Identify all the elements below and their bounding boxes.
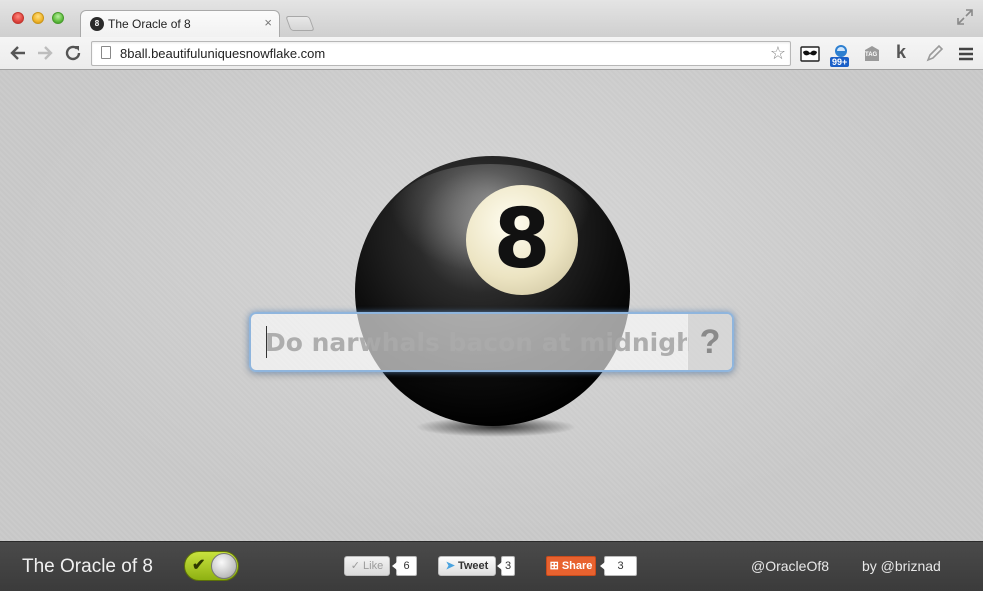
back-button[interactable] — [8, 43, 28, 63]
question-form: ? — [249, 312, 734, 372]
footer-bar: The Oracle of 8 ✔ ✓ Like 6 ➤ Tweet 3 ⊞ S… — [0, 541, 983, 591]
url-text[interactable]: 8ball.beautifuluniquesnowflake.com — [120, 46, 325, 61]
forward-button[interactable] — [35, 43, 55, 63]
address-bar[interactable]: 8ball.beautifuluniquesnowflake.com ☆ — [91, 41, 791, 66]
new-tab-button[interactable] — [285, 16, 315, 31]
like-label: Like — [363, 560, 384, 572]
k-extension-icon[interactable]: k — [896, 42, 916, 62]
window-close-button[interactable] — [12, 12, 24, 24]
tab-title: The Oracle of 8 — [108, 17, 191, 31]
page-icon — [101, 46, 111, 59]
menu-icon[interactable] — [956, 44, 976, 64]
ask-button[interactable]: ? — [687, 314, 732, 370]
fullscreen-icon[interactable] — [957, 9, 973, 25]
site-name: The Oracle of 8 — [22, 556, 153, 577]
window-zoom-button[interactable] — [52, 12, 64, 24]
sound-toggle[interactable]: ✔ — [184, 551, 239, 581]
tweet-count: 3 — [497, 556, 515, 576]
share-label: Share — [561, 560, 593, 572]
tweet-label: Tweet — [457, 560, 489, 572]
checkmark-icon: ✔ — [192, 557, 206, 574]
window-minimize-button[interactable] — [32, 12, 44, 24]
like-button[interactable]: ✓ Like — [344, 556, 390, 576]
tag-extension-label: TAG — [865, 52, 878, 58]
thumbs-check-icon: ✓ — [350, 560, 360, 572]
tab-close-icon[interactable]: × — [264, 15, 272, 30]
globe-icon — [835, 45, 847, 57]
page-content: 8 ? — [0, 70, 983, 541]
tag-extension[interactable]: TAG — [862, 44, 882, 64]
reload-icon — [65, 45, 81, 61]
plus-icon: ⊞ — [549, 560, 559, 572]
share-count: 3 — [600, 556, 637, 576]
eight-ball-favicon-icon: 8 — [90, 17, 104, 31]
twitter-handle-link[interactable]: @OracleOf8 — [751, 558, 829, 574]
browser-toolbar: 8ball.beautifuluniquesnowflake.com ☆ 99+… — [0, 37, 983, 70]
notification-badge: 99+ — [830, 57, 850, 67]
browser-tab[interactable]: 8 The Oracle of 8 × — [80, 10, 280, 37]
bookmark-star-icon[interactable]: ☆ — [770, 43, 786, 63]
pencil-extension-icon[interactable] — [924, 44, 944, 64]
tweet-button[interactable]: ➤ Tweet — [438, 556, 496, 576]
like-count: 6 — [392, 556, 417, 576]
eight-ball-number: 8 — [493, 192, 551, 287]
toggle-knob[interactable] — [211, 553, 237, 579]
twitter-bird-icon: ➤ — [445, 560, 455, 572]
share-button[interactable]: ⊞ Share — [546, 556, 596, 576]
text-caret — [266, 326, 267, 358]
forward-arrow-icon — [38, 46, 53, 60]
question-input[interactable] — [251, 314, 689, 370]
back-arrow-icon — [10, 46, 25, 60]
reload-button[interactable] — [63, 43, 83, 63]
author-link[interactable]: by @briznad — [862, 558, 941, 574]
notifications-extension[interactable]: 99+ — [830, 44, 850, 67]
mask-extension-icon[interactable] — [800, 44, 820, 64]
browser-tabstrip: 8 The Oracle of 8 × — [0, 0, 983, 37]
